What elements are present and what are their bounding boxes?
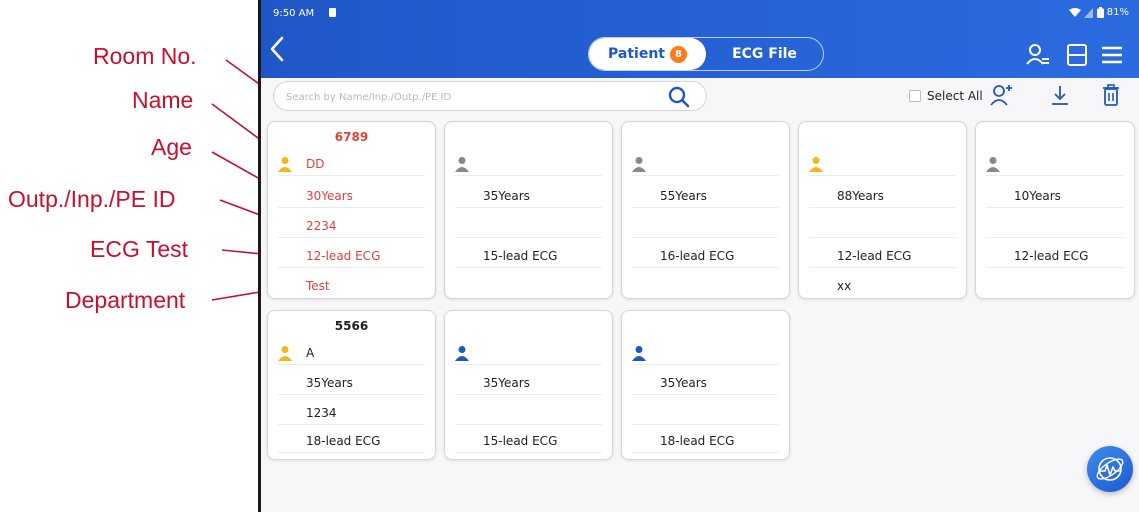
card-patient-age: 30Years — [306, 188, 353, 203]
app-bar: Patient 8 ECG File — [261, 30, 1139, 78]
tablet-screen: 9:50 AM 81% Patient 8 ECG File Search by… — [258, 0, 1139, 512]
card-patient-age: 55Years — [660, 188, 707, 203]
card-ecg-test: 12-lead ECG — [306, 248, 381, 263]
patient-card[interactable]: 5566 A 35Years 1234 18-lead ECG — [267, 310, 436, 460]
ecg-device-fab[interactable] — [1087, 446, 1133, 492]
menu-icon[interactable] — [1099, 42, 1125, 68]
patient-card[interactable]: 55Years 16-lead ECG — [621, 121, 790, 299]
select-all-label: Select All — [927, 89, 983, 103]
tab-ecg-file[interactable]: ECG File — [706, 38, 823, 70]
patient-blue-icon — [455, 346, 469, 361]
tab-patient[interactable]: Patient 8 — [589, 38, 706, 70]
sim-card-icon — [329, 8, 336, 17]
system-icons: 81% — [1069, 7, 1129, 19]
patient-card[interactable]: 88Years 12-lead ECG xx — [798, 121, 967, 299]
battery-icon — [1096, 7, 1104, 18]
wifi-icon — [1069, 7, 1082, 17]
card-ecg-test: 15-lead ECG — [483, 248, 558, 263]
tab-ecg-file-label: ECG File — [732, 46, 797, 62]
patient-card[interactable]: 6789 DD 30Years 2234 12-lead ECG Test — [267, 121, 436, 299]
card-patient-id: 2234 — [306, 218, 337, 233]
patient-gray-icon — [455, 157, 469, 172]
card-patient-age: 35Years — [306, 375, 353, 390]
checkbox-box[interactable] — [909, 90, 921, 102]
patient-yellow-icon — [278, 346, 292, 361]
patient-gray-icon — [986, 157, 1000, 172]
patient-gray-icon — [632, 157, 646, 172]
select-all-checkbox[interactable]: Select All — [909, 89, 983, 103]
card-ecg-test: 16-lead ECG — [660, 248, 735, 263]
patient-card[interactable]: 35Years 15-lead ECG — [444, 310, 613, 460]
patient-count-badge: 8 — [669, 45, 687, 63]
callout-id: Outp./Inp./PE ID — [8, 186, 176, 212]
card-department: xx — [837, 279, 852, 293]
patient-yellow-icon — [278, 157, 292, 172]
card-ecg-test: 15-lead ECG — [483, 433, 558, 448]
search-icon[interactable] — [668, 86, 690, 108]
card-patient-name: A — [306, 345, 315, 360]
status-time: 9:50 AM — [273, 8, 315, 19]
patient-blue-icon — [632, 346, 646, 361]
battery-level: 81% — [1106, 7, 1129, 18]
search-input[interactable] — [286, 88, 656, 106]
layout-icon[interactable] — [1064, 42, 1090, 68]
callout-room-no: Room No. — [93, 43, 197, 69]
patient-yellow-icon — [809, 157, 823, 172]
patient-card[interactable]: 10Years 12-lead ECG — [975, 121, 1135, 299]
view-tabs: Patient 8 ECG File — [588, 37, 824, 71]
signal-icon — [1084, 7, 1094, 18]
patient-card[interactable]: 35Years 18-lead ECG — [621, 310, 790, 460]
status-bar: 9:50 AM 81% — [261, 0, 1139, 30]
card-ecg-test: 12-lead ECG — [1014, 248, 1089, 263]
trash-icon[interactable] — [1099, 83, 1123, 107]
card-patient-age: 88Years — [837, 188, 884, 203]
user-filter-icon[interactable] — [1025, 42, 1051, 68]
back-arrow-icon[interactable] — [269, 36, 285, 69]
card-room-number: 6789 — [334, 130, 369, 144]
callout-name: Name — [132, 87, 194, 113]
callout-department: Department — [65, 287, 186, 313]
card-department: Test — [306, 279, 330, 293]
ecg-device-icon — [1096, 457, 1124, 481]
patient-card[interactable]: 35Years 15-lead ECG — [444, 121, 613, 299]
card-patient-age: 35Years — [660, 375, 707, 390]
card-patient-age: 10Years — [1014, 188, 1061, 203]
card-patient-age: 35Years — [483, 375, 530, 390]
card-ecg-test: 12-lead ECG — [837, 248, 912, 263]
add-user-icon[interactable] — [990, 83, 1014, 107]
card-patient-id: 1234 — [306, 405, 337, 420]
card-ecg-test: 18-lead ECG — [660, 433, 735, 448]
card-ecg-test: 18-lead ECG — [306, 433, 381, 448]
callout-ecg-test: ECG Test — [90, 236, 188, 262]
callout-age: Age — [151, 134, 192, 160]
download-icon[interactable] — [1048, 83, 1072, 107]
search-bar — [273, 81, 707, 111]
card-room-number: 5566 — [334, 319, 369, 333]
card-patient-name: DD — [306, 156, 325, 171]
card-patient-age: 35Years — [483, 188, 530, 203]
tab-patient-label: Patient — [608, 46, 665, 62]
